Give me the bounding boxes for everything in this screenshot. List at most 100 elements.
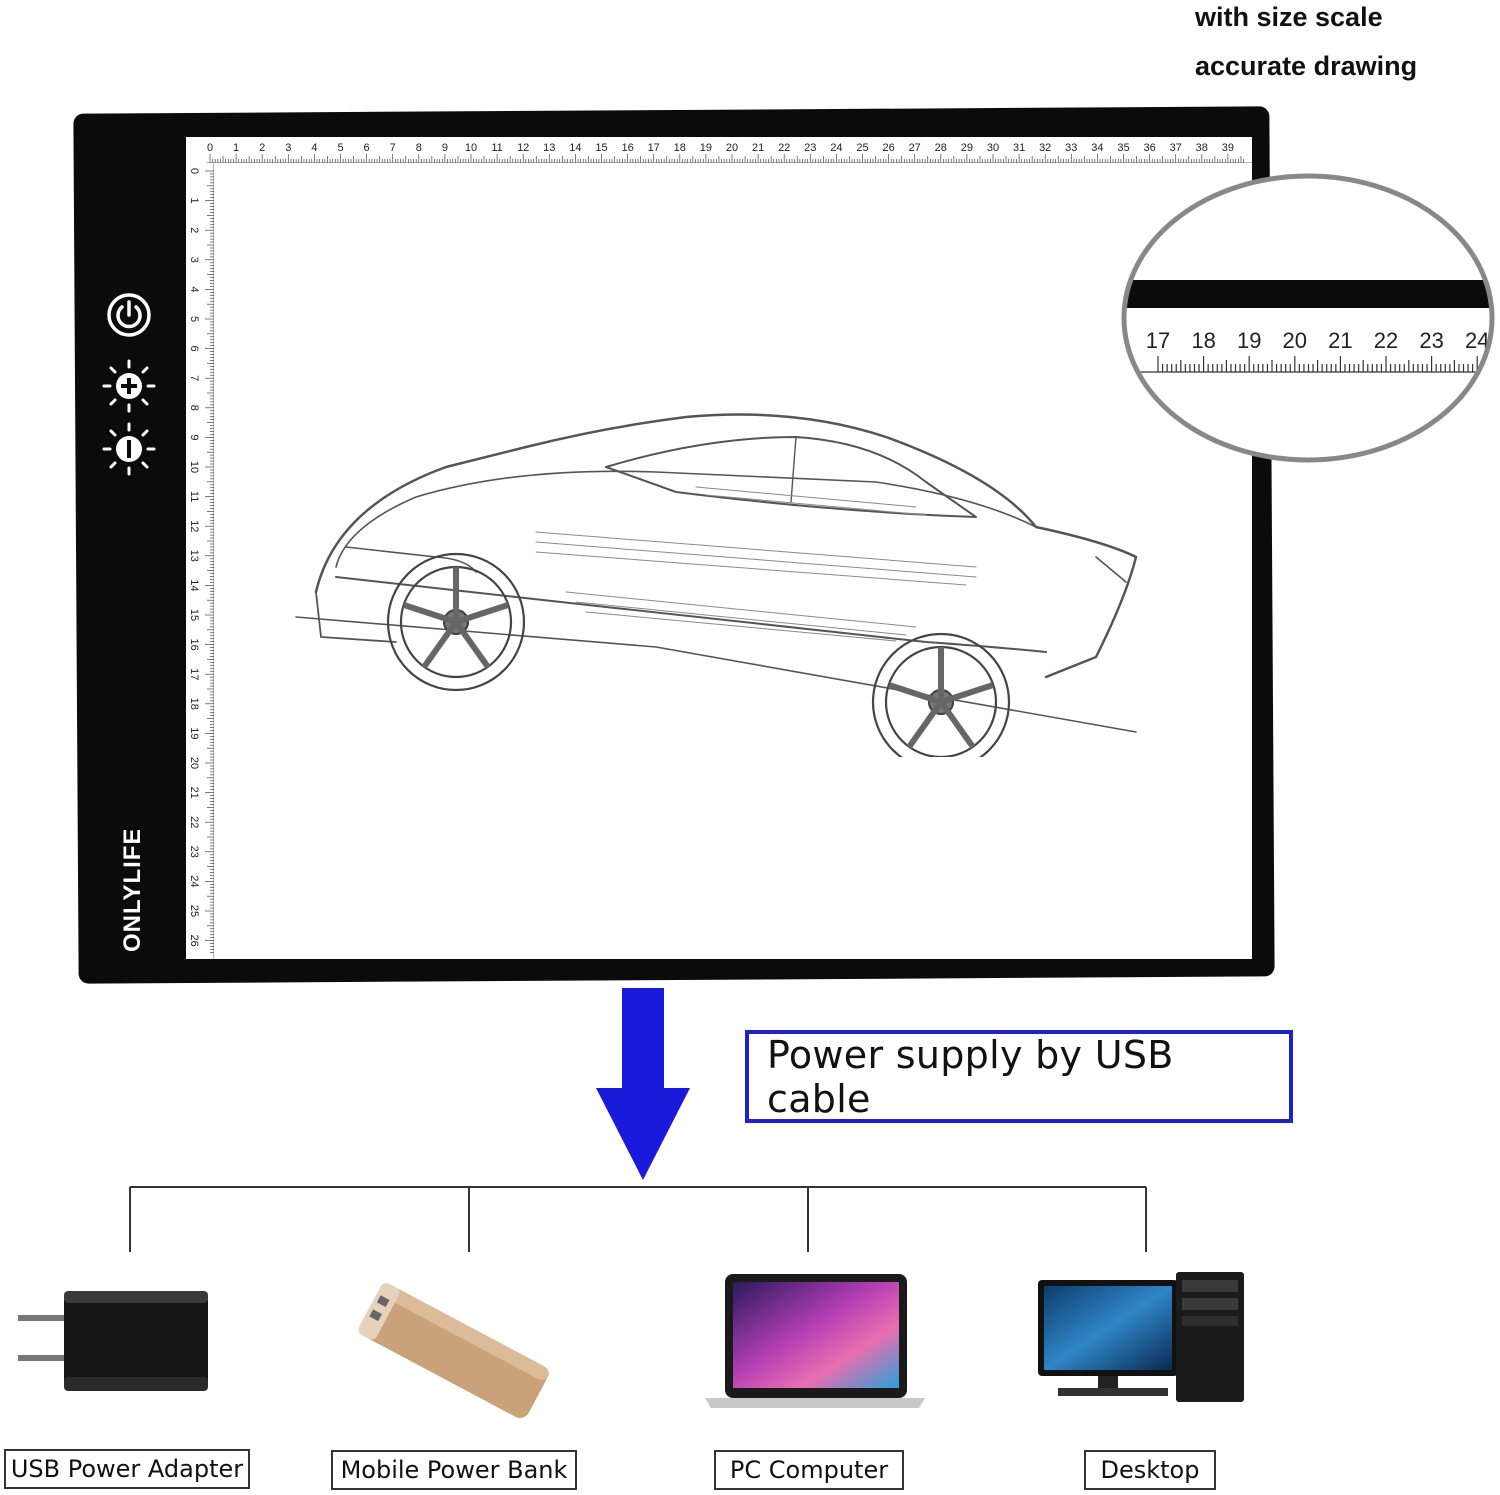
ruler-left-label: 18: [188, 698, 200, 710]
ruler-top-label: 28: [935, 142, 947, 154]
ruler-top-label: 9: [442, 142, 448, 154]
ruler-left-label: 26: [188, 934, 200, 946]
ruler-top-label: 35: [1117, 142, 1129, 154]
ruler-left-label: 14: [188, 579, 200, 591]
ruler-top-label: 29: [961, 142, 973, 154]
ruler-top-label: 11: [491, 142, 502, 154]
ruler-top-label: 23: [804, 142, 816, 154]
zoom-ruler-label: 18: [1191, 328, 1215, 353]
power-supply-callout: Power supply by USB cable: [745, 1030, 1293, 1123]
ruler-left-label: 9: [188, 434, 200, 440]
source-mobile-power-bank: Mobile Power Bank: [331, 1450, 577, 1490]
ruler-left-label: 19: [188, 727, 200, 739]
ruler-top-label: 26: [882, 142, 894, 154]
ruler-left-label: 13: [188, 550, 200, 562]
ruler-top-label: 8: [416, 142, 422, 154]
zoom-ruler-label: 20: [1283, 328, 1307, 353]
caption-accurate-drawing: accurate drawing: [1195, 51, 1418, 81]
ruler-left-label: 8: [188, 405, 200, 411]
source-usb-power-adapter: USB Power Adapter: [4, 1449, 250, 1489]
source-label: Desktop: [1100, 1456, 1200, 1484]
zoom-ruler-label: 17: [1146, 328, 1170, 353]
ruler-top-label: 18: [674, 142, 686, 154]
ruler-top-label: 36: [1143, 142, 1155, 154]
ruler-top-label: 30: [987, 142, 999, 154]
ruler-left-label: 11: [188, 491, 200, 502]
ruler-top-label: 34: [1091, 142, 1103, 154]
zoom-ruler-label: 21: [1328, 328, 1352, 353]
ruler-top-label: 21: [752, 142, 764, 154]
ruler-left: 0123456789101112131415161718192021222324…: [188, 163, 214, 959]
ruler-top-label: 10: [465, 142, 477, 154]
ruler-top-label: 39: [1222, 142, 1234, 154]
desktop-computer-icon: [1038, 1272, 1244, 1402]
ruler-left-label: 3: [188, 257, 200, 263]
ruler-left-label: 20: [188, 757, 200, 769]
ruler-left-label: 22: [188, 816, 200, 828]
source-label: USB Power Adapter: [10, 1455, 244, 1483]
ruler-top-label: 22: [778, 142, 790, 154]
ruler-top-label: 24: [830, 142, 842, 154]
ruler-top-label: 17: [648, 142, 660, 154]
ruler-top: 0 1 2 3 4 5 6 7 8 9 10 11 12 13 14 15 16 17 18 19 20 21 22 23 24…: [206, 142, 1252, 163]
ruler-top-label: 5: [337, 142, 343, 154]
ruler-top-label: 3: [285, 142, 291, 154]
ruler-left-label: 2: [188, 227, 200, 233]
ruler-left-label: 23: [188, 846, 200, 858]
ruler-top-label: 37: [1170, 142, 1182, 154]
zoom-ruler-label: 23: [1419, 328, 1443, 353]
ruler-top-label: 27: [909, 142, 921, 154]
laptop-icon: [705, 1274, 925, 1408]
zoom-ruler-label: 19: [1237, 328, 1261, 353]
ruler-top-label: 6: [364, 142, 370, 154]
connector-tree: [129, 1186, 1147, 1252]
ruler-zoom-callout: 17 18 19 20 21 22 23 24: [1121, 173, 1495, 463]
ruler-left-label: 10: [188, 461, 200, 473]
ruler-left-label: 15: [188, 609, 200, 621]
car-sketch-image: [295, 413, 1138, 757]
ruler-left-label: 24: [188, 875, 200, 887]
ruler-top-label: 20: [726, 142, 738, 154]
ruler-top-label: 38: [1196, 142, 1208, 154]
ruler-top-label: 12: [517, 142, 529, 154]
source-desktop: Desktop: [1084, 1450, 1216, 1490]
light-pad-screen: 0 1 2 3 4 5 6 7 8 9 10 11 12 13 14 15 16 17 18 19 20 21 22 23 24…: [186, 137, 1252, 959]
ruler-left-label: 21: [188, 786, 200, 798]
ruler-top-label: 4: [311, 142, 317, 154]
ruler-left-label: 7: [188, 375, 200, 381]
ruler-left-label: 5: [188, 316, 200, 322]
ruler-top-label: 2: [259, 142, 265, 154]
ruler-top-label: 33: [1065, 142, 1077, 154]
ruler-left-label: 16: [188, 638, 200, 650]
caption-size-scale: with size scale: [1195, 2, 1383, 32]
ruler-top-label: 15: [595, 142, 607, 154]
power-supply-label: Power supply by USB cable: [767, 1032, 1174, 1121]
ruler-top-label: 19: [700, 142, 712, 154]
ruler-top-label: 7: [390, 142, 396, 154]
ruler-left-label: 0: [188, 168, 200, 174]
ruler-left-label: 12: [188, 520, 200, 532]
brightness-down-icon[interactable]: [101, 421, 157, 477]
ruler-left-label: 17: [188, 668, 200, 680]
usb-adapter-icon: [18, 1291, 208, 1391]
source-pc-computer: PC Computer: [714, 1450, 904, 1490]
ruler-left-label: 6: [188, 346, 200, 352]
ruler-top-label: 1: [233, 142, 239, 154]
ruler-top-label: 25: [856, 142, 868, 154]
power-bank-icon: [358, 1283, 549, 1418]
ruler-top-label: 0: [207, 142, 213, 154]
brightness-up-icon[interactable]: [101, 358, 157, 414]
ruler-top-label: 32: [1039, 142, 1051, 154]
ruler-left-label: 25: [188, 905, 200, 917]
ruler-top-label: 14: [569, 142, 581, 154]
brand-label: ONLYLIFE: [119, 830, 146, 952]
brand-logo: ONLYLIFE: [119, 830, 146, 952]
ruler-left-label: 4: [188, 286, 200, 292]
down-arrow-icon: [596, 988, 690, 1180]
power-icon[interactable]: [105, 291, 153, 339]
zoom-ruler-label: 22: [1374, 328, 1398, 353]
source-label: PC Computer: [729, 1456, 889, 1484]
ruler-top-label: 13: [543, 142, 555, 154]
ruler-top-label: 31: [1013, 142, 1025, 154]
source-label: Mobile Power Bank: [340, 1456, 568, 1484]
